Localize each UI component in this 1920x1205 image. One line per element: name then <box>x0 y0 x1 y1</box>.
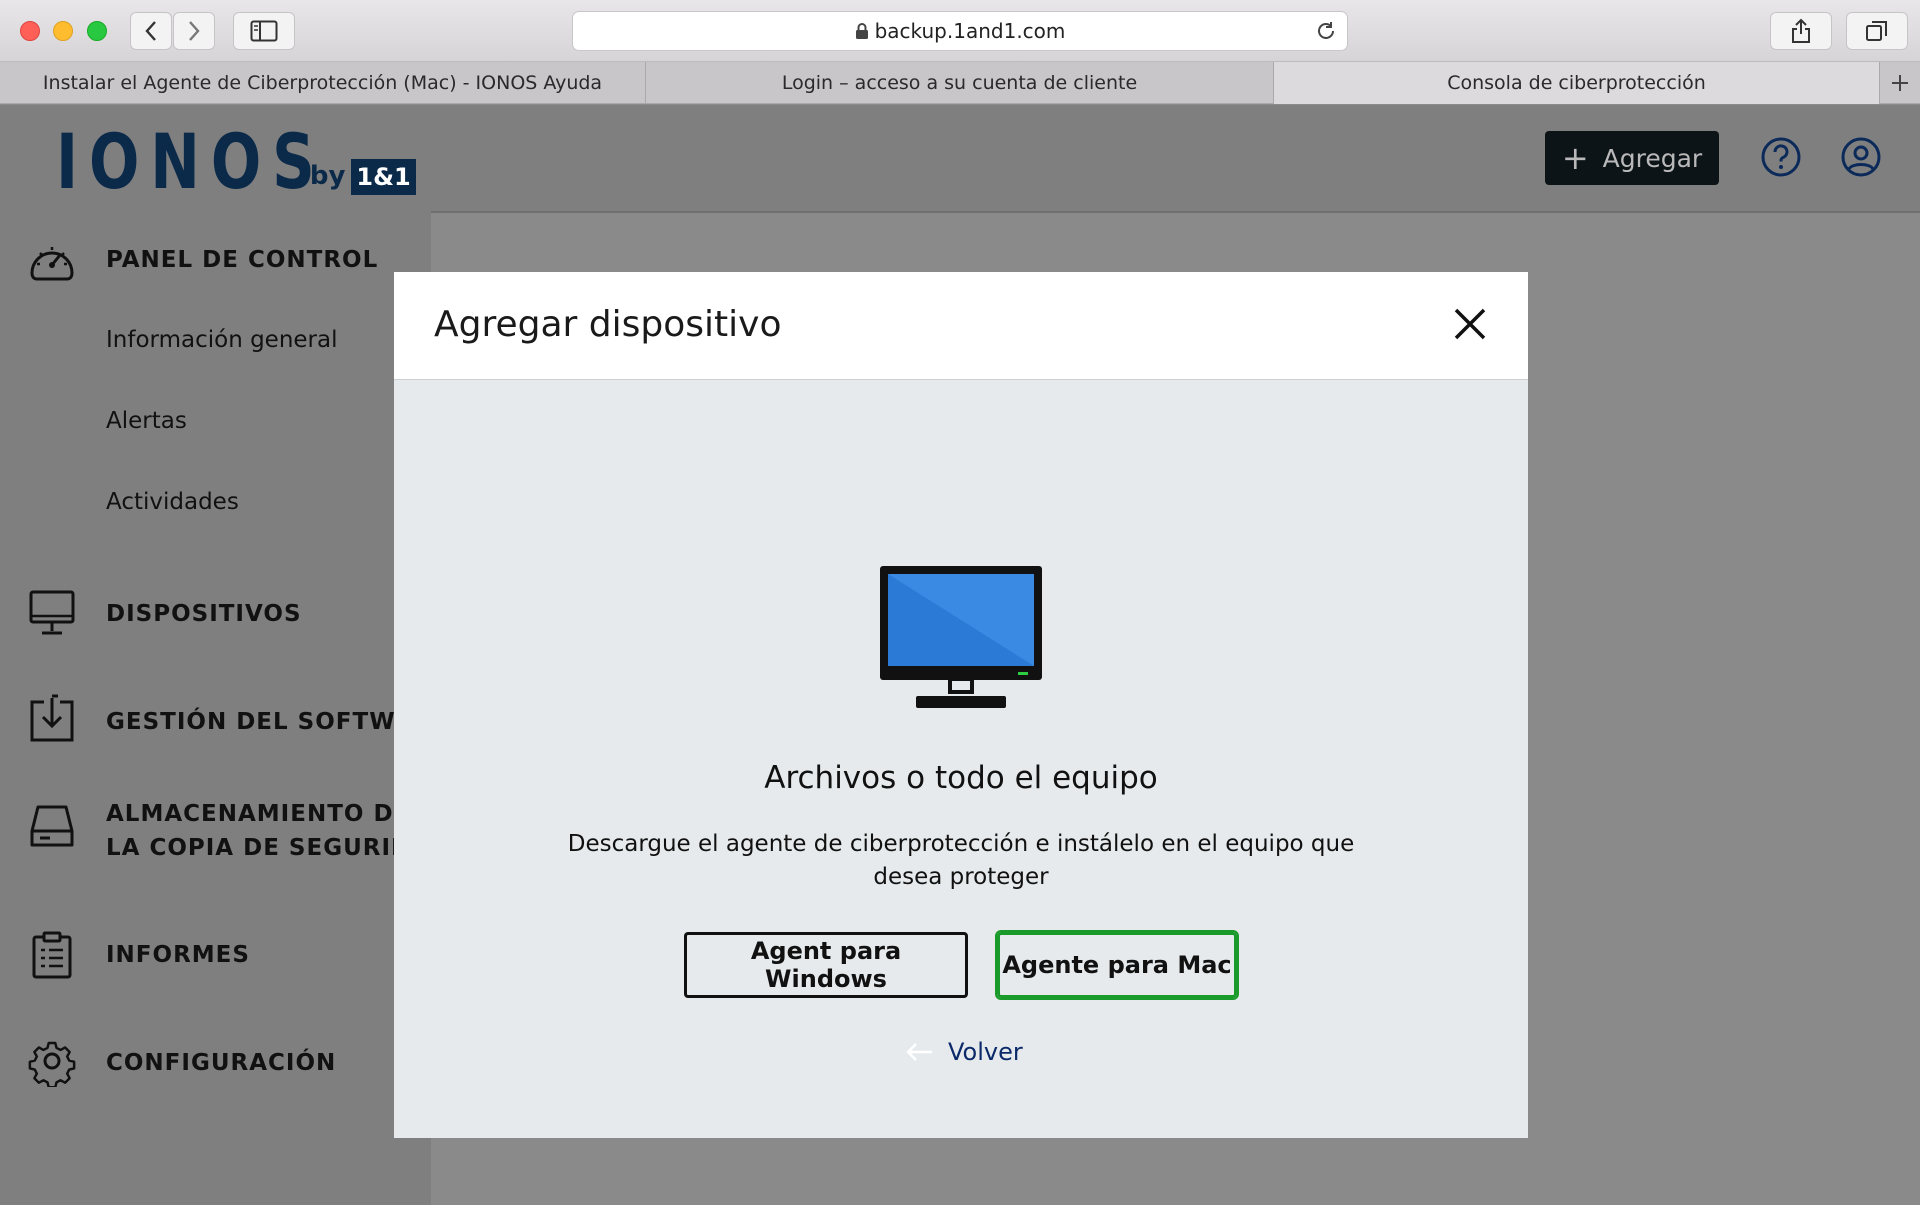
tabs-overview-button[interactable] <box>1846 12 1908 50</box>
tab-bar: Instalar el Agente de Ciberprotección (M… <box>0 62 1920 104</box>
minimize-window-button[interactable] <box>53 21 73 41</box>
sidebar-subitem-activities[interactable]: Actividades <box>106 489 239 515</box>
back-link[interactable]: Volver <box>904 1038 1023 1066</box>
tab-label: Consola de ciberprotección <box>1447 72 1706 94</box>
modal-description: Descargue el agente de ciberprotección e… <box>567 831 1355 890</box>
agent-mac-button[interactable]: Agente para Mac <box>995 930 1239 1000</box>
tab-cyberprotection-console[interactable]: Consola de ciberprotección <box>1274 62 1880 104</box>
sidebar-label-reports: INFORMES <box>106 942 250 968</box>
gear-icon <box>28 1041 76 1087</box>
url-text: backup.1and1.com <box>874 19 1066 43</box>
dashboard-gauge-icon <box>30 247 74 281</box>
sidebar-label-settings: CONFIGURACIÓN <box>106 1050 337 1076</box>
arrow-left-icon <box>906 1043 932 1061</box>
sidebar-subitem-alerts[interactable]: Alertas <box>106 408 187 434</box>
back-link-label: Volver <box>948 1038 1023 1066</box>
tab-label: Login – acceso a su cuenta de cliente <box>781 72 1138 94</box>
chevron-left-icon <box>145 21 156 41</box>
monitor-icon <box>29 590 75 635</box>
user-circle-icon[interactable] <box>1840 136 1882 178</box>
sidebar-label-devices: DISPOSITIVOS <box>106 601 302 627</box>
reload-icon[interactable] <box>1315 20 1337 42</box>
tab-login[interactable]: Login – acceso a su cuenta de cliente <box>646 62 1274 104</box>
add-device-modal: Agregar dispositivo Archivos o todo el e… <box>394 272 1528 1138</box>
modal-title: Agregar dispositivo <box>434 304 782 345</box>
ionos-logo[interactable]: IONOS by 1&1 <box>56 117 416 206</box>
plus-icon <box>1892 75 1908 91</box>
lock-icon <box>855 23 868 39</box>
close-window-button[interactable] <box>20 21 40 41</box>
sidebar-toggle-button[interactable] <box>233 12 295 50</box>
help-circle-icon[interactable] <box>1760 136 1802 178</box>
forward-button[interactable] <box>173 12 215 50</box>
sidebar-label-panel: PANEL DE CONTROL <box>106 247 379 273</box>
tab-label: Instalar el Agente de Ciberprotección (M… <box>42 72 603 94</box>
sidebar: PANEL DE CONTROL Información general Ale… <box>0 211 449 1205</box>
modal-heading: Archivos o todo el equipo <box>764 760 1158 796</box>
desktop-computer-icon <box>880 566 1042 708</box>
logo-wordmark: IONOS <box>56 117 326 206</box>
back-button[interactable] <box>130 12 172 50</box>
sidebar-subitem-overview[interactable]: Información general <box>106 327 338 353</box>
tab-ionos-help[interactable]: Instalar el Agente de Ciberprotección (M… <box>0 62 646 104</box>
address-bar[interactable]: backup.1and1.com <box>572 11 1348 51</box>
modal-header: Agregar dispositivo <box>394 272 1528 380</box>
share-icon <box>1792 18 1810 43</box>
add-button[interactable]: + Agregar <box>1545 131 1719 185</box>
sidebar-label-storage-1: ALMACENAMIENTO DE <box>106 801 411 827</box>
plus-icon: + <box>1561 139 1589 177</box>
add-button-label: Agregar <box>1602 143 1703 173</box>
tabs-icon <box>1866 21 1887 41</box>
logo-1and1: 1&1 <box>351 159 416 195</box>
share-button[interactable] <box>1770 12 1832 50</box>
clipboard-report-icon <box>32 931 72 979</box>
hard-drive-icon <box>30 805 74 847</box>
chevron-right-icon <box>189 21 200 41</box>
app-header: IONOS by 1&1 + Agregar <box>0 105 1920 211</box>
zoom-window-button[interactable] <box>87 21 107 41</box>
browser-titlebar: backup.1and1.com <box>0 0 1920 62</box>
software-download-icon <box>30 694 74 742</box>
close-icon[interactable] <box>1452 306 1488 342</box>
agent-windows-button[interactable]: Agent para Windows <box>684 932 968 998</box>
sidebar-icon <box>250 20 278 42</box>
new-tab-button[interactable] <box>1880 62 1920 104</box>
